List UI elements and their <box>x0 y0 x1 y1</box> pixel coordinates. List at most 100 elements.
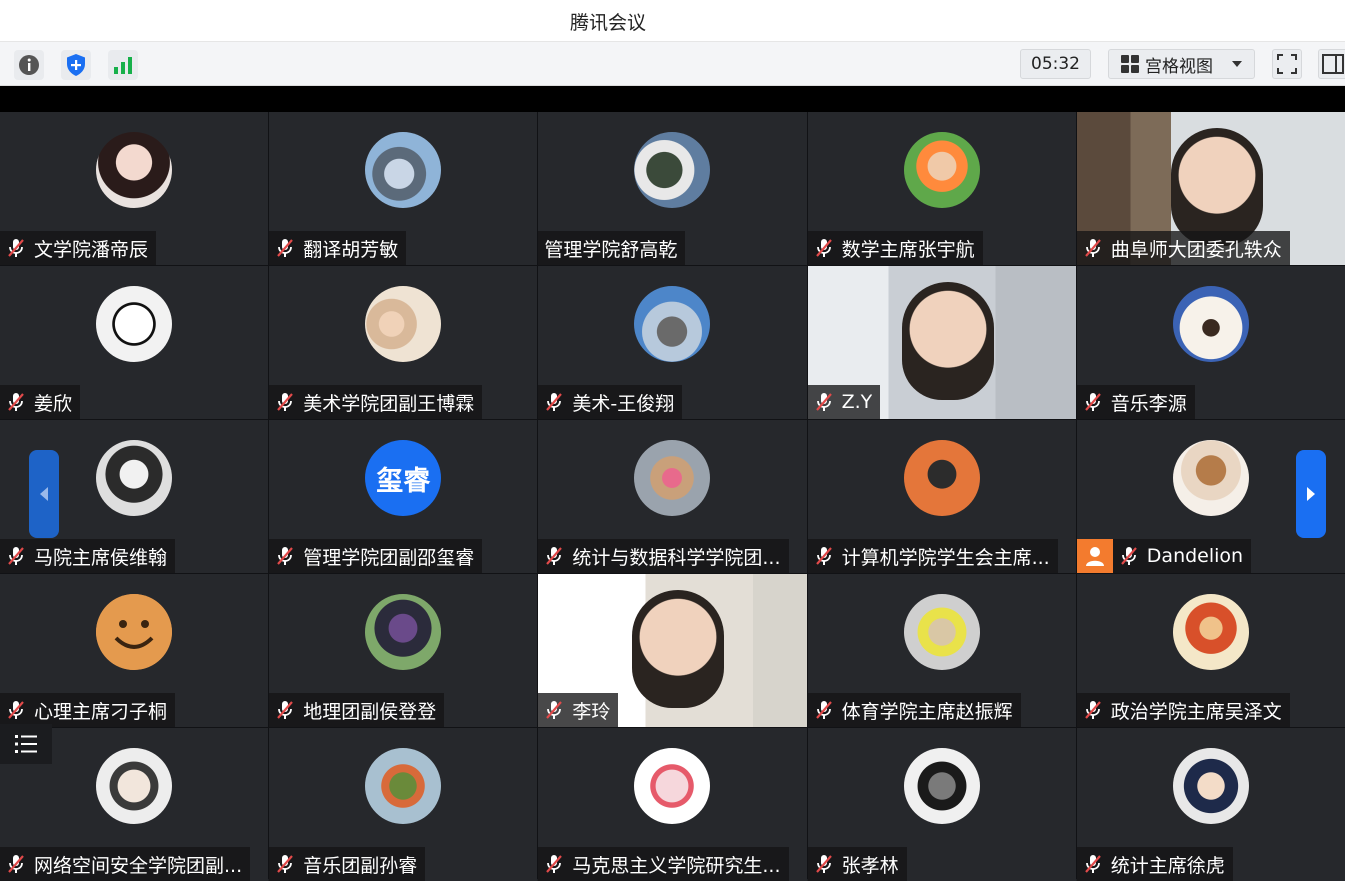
participant-tile[interactable]: 曲阜师大团委孔轶众 <box>1076 112 1345 265</box>
grid-view-icon <box>1121 55 1139 73</box>
mic-muted-icon <box>277 393 294 411</box>
participant-avatar <box>1172 440 1249 516</box>
participant-avatar <box>365 132 442 208</box>
participant-tile[interactable]: 姜欣 <box>0 266 269 419</box>
participant-avatar <box>634 440 711 516</box>
person-icon <box>1085 547 1104 566</box>
participant-name: 计算机学院学生会主席... <box>841 546 1050 569</box>
participant-tile[interactable]: 地理团副侯登登 <box>269 574 538 727</box>
participant-avatar <box>903 440 980 516</box>
participant-tile[interactable]: 计算机学院学生会主席... <box>807 420 1076 573</box>
participant-name: 音乐李源 <box>1110 392 1187 415</box>
participant-name-tag: 数学主席张宇航 <box>807 231 983 265</box>
mic-muted-icon <box>1084 393 1101 411</box>
participant-name: 姜欣 <box>34 392 73 415</box>
participant-name: 政治学院主席吴泽文 <box>1110 700 1282 723</box>
participant-tile[interactable]: 统计与数据科学学院团... <box>538 420 807 573</box>
participant-name-tag: 统计主席徐虎 <box>1076 847 1233 881</box>
mic-muted-icon <box>277 855 294 873</box>
mic-muted-icon <box>815 393 832 411</box>
participant-name-tag: 李玲 <box>538 693 619 727</box>
participant-name: 数学主席张宇航 <box>841 238 975 261</box>
view-mode-dropdown[interactable]: 宫格视图 <box>1108 49 1255 79</box>
participant-tile[interactable]: 张孝林 <box>807 728 1076 881</box>
participant-name: Z.Y <box>841 391 873 413</box>
participant-name: 心理主席刁子桐 <box>34 700 168 723</box>
participant-name: 美术-王俊翔 <box>572 392 675 415</box>
meeting-timer: 05:32 <box>1020 49 1091 79</box>
participant-name: 地理团副侯登登 <box>303 700 437 723</box>
shield-icon[interactable] <box>61 50 91 80</box>
participant-tile[interactable]: 政治学院主席吴泽文 <box>1076 574 1345 727</box>
participant-tile[interactable]: 数学主席张宇航 <box>807 112 1076 265</box>
participant-avatar <box>1172 748 1249 824</box>
participant-avatar <box>365 286 442 362</box>
participant-name-tag: 体育学院主席赵振辉 <box>807 693 1021 727</box>
participant-name: 管理学院团副邵玺睿 <box>303 546 475 569</box>
participant-name-tag: 政治学院主席吴泽文 <box>1076 693 1290 727</box>
participant-name-tag: 音乐团副孙睿 <box>269 847 426 881</box>
participant-tile[interactable]: 心理主席刁子桐 <box>0 574 269 727</box>
participant-avatar: 玺睿 <box>365 440 442 516</box>
participant-avatar <box>1172 594 1249 670</box>
window-title-bar: 腾讯会议 <box>0 0 1345 42</box>
participant-tile[interactable]: 管理学院舒高乾 <box>538 112 807 265</box>
participant-avatar <box>634 286 711 362</box>
participant-avatar <box>1172 286 1249 362</box>
participant-name: 体育学院主席赵振辉 <box>841 700 1013 723</box>
participant-tile[interactable]: 马克思主义学院研究生... <box>538 728 807 881</box>
participant-tile[interactable]: 音乐李源 <box>1076 266 1345 419</box>
participant-name: Dandelion <box>1146 545 1244 567</box>
participant-name-tag: 美术-王俊翔 <box>538 385 683 419</box>
participant-avatar <box>96 132 173 208</box>
participant-tile[interactable]: 美术学院团副王博霖 <box>269 266 538 419</box>
mic-muted-icon <box>8 855 24 873</box>
mic-muted-icon <box>815 701 832 719</box>
mic-muted-icon <box>8 701 24 719</box>
participant-name-tag: 管理学院舒高乾 <box>538 231 686 265</box>
participant-name-tag: 网络空间安全学院团副... <box>0 847 251 881</box>
participant-tile[interactable]: 体育学院主席赵振辉 <box>807 574 1076 727</box>
mic-muted-icon <box>1120 547 1137 565</box>
participant-tile[interactable]: 玺睿 管理学院团副邵玺睿 <box>269 420 538 573</box>
video-grid: 文学院潘帝辰 翻译胡芳敏 管理学院舒高乾 数学主席张宇航 曲阜师大团委孔轶众 姜欣… <box>0 112 1345 881</box>
participant-avatar <box>96 440 173 516</box>
participant-name-tag: Dandelion <box>1112 539 1252 573</box>
participant-tile[interactable]: 李玲 <box>538 574 807 727</box>
signal-icon[interactable] <box>108 50 138 80</box>
participant-avatar <box>903 132 980 208</box>
chevron-down-icon <box>1232 61 1242 67</box>
fullscreen-icon <box>1277 54 1297 74</box>
participant-list-button[interactable] <box>0 724 52 764</box>
participant-tile[interactable]: Z.Y <box>807 266 1076 419</box>
next-page-button[interactable] <box>1296 450 1326 538</box>
participant-avatar <box>365 748 442 824</box>
participant-avatar <box>903 594 980 670</box>
participant-tile[interactable]: 文学院潘帝辰 <box>0 112 269 265</box>
fullscreen-button[interactable] <box>1272 49 1302 79</box>
participant-tile[interactable]: 美术-王俊翔 <box>538 266 807 419</box>
participant-tile[interactable]: 翻译胡芳敏 <box>269 112 538 265</box>
mic-muted-icon <box>8 239 24 257</box>
participant-name: 音乐团副孙睿 <box>303 854 418 877</box>
participant-name: 统计与数据科学学院团... <box>572 546 781 569</box>
chevron-left-icon <box>40 487 48 501</box>
participant-name-tag: 翻译胡芳敏 <box>269 231 407 265</box>
smiley-avatar <box>96 594 173 670</box>
previous-page-button[interactable] <box>29 450 59 538</box>
side-panel-button[interactable] <box>1318 49 1345 79</box>
mic-muted-icon <box>8 393 24 411</box>
mic-muted-icon <box>815 855 832 873</box>
participant-tile[interactable]: 音乐团副孙睿 <box>269 728 538 881</box>
info-icon[interactable] <box>14 50 44 80</box>
list-icon <box>15 735 37 753</box>
participant-name: 美术学院团副王博霖 <box>303 392 475 415</box>
top-black-bar <box>0 86 1345 112</box>
participant-tile[interactable]: 统计主席徐虎 <box>1076 728 1345 881</box>
participant-name-tag: 曲阜师大团委孔轶众 <box>1076 231 1290 265</box>
participant-name: 曲阜师大团委孔轶众 <box>1110 238 1282 261</box>
mic-muted-icon <box>546 855 563 873</box>
participant-name-tag: 管理学院团副邵玺睿 <box>269 539 483 573</box>
participant-name-tag: 姜欣 <box>0 385 81 419</box>
mic-muted-icon <box>1084 855 1101 873</box>
